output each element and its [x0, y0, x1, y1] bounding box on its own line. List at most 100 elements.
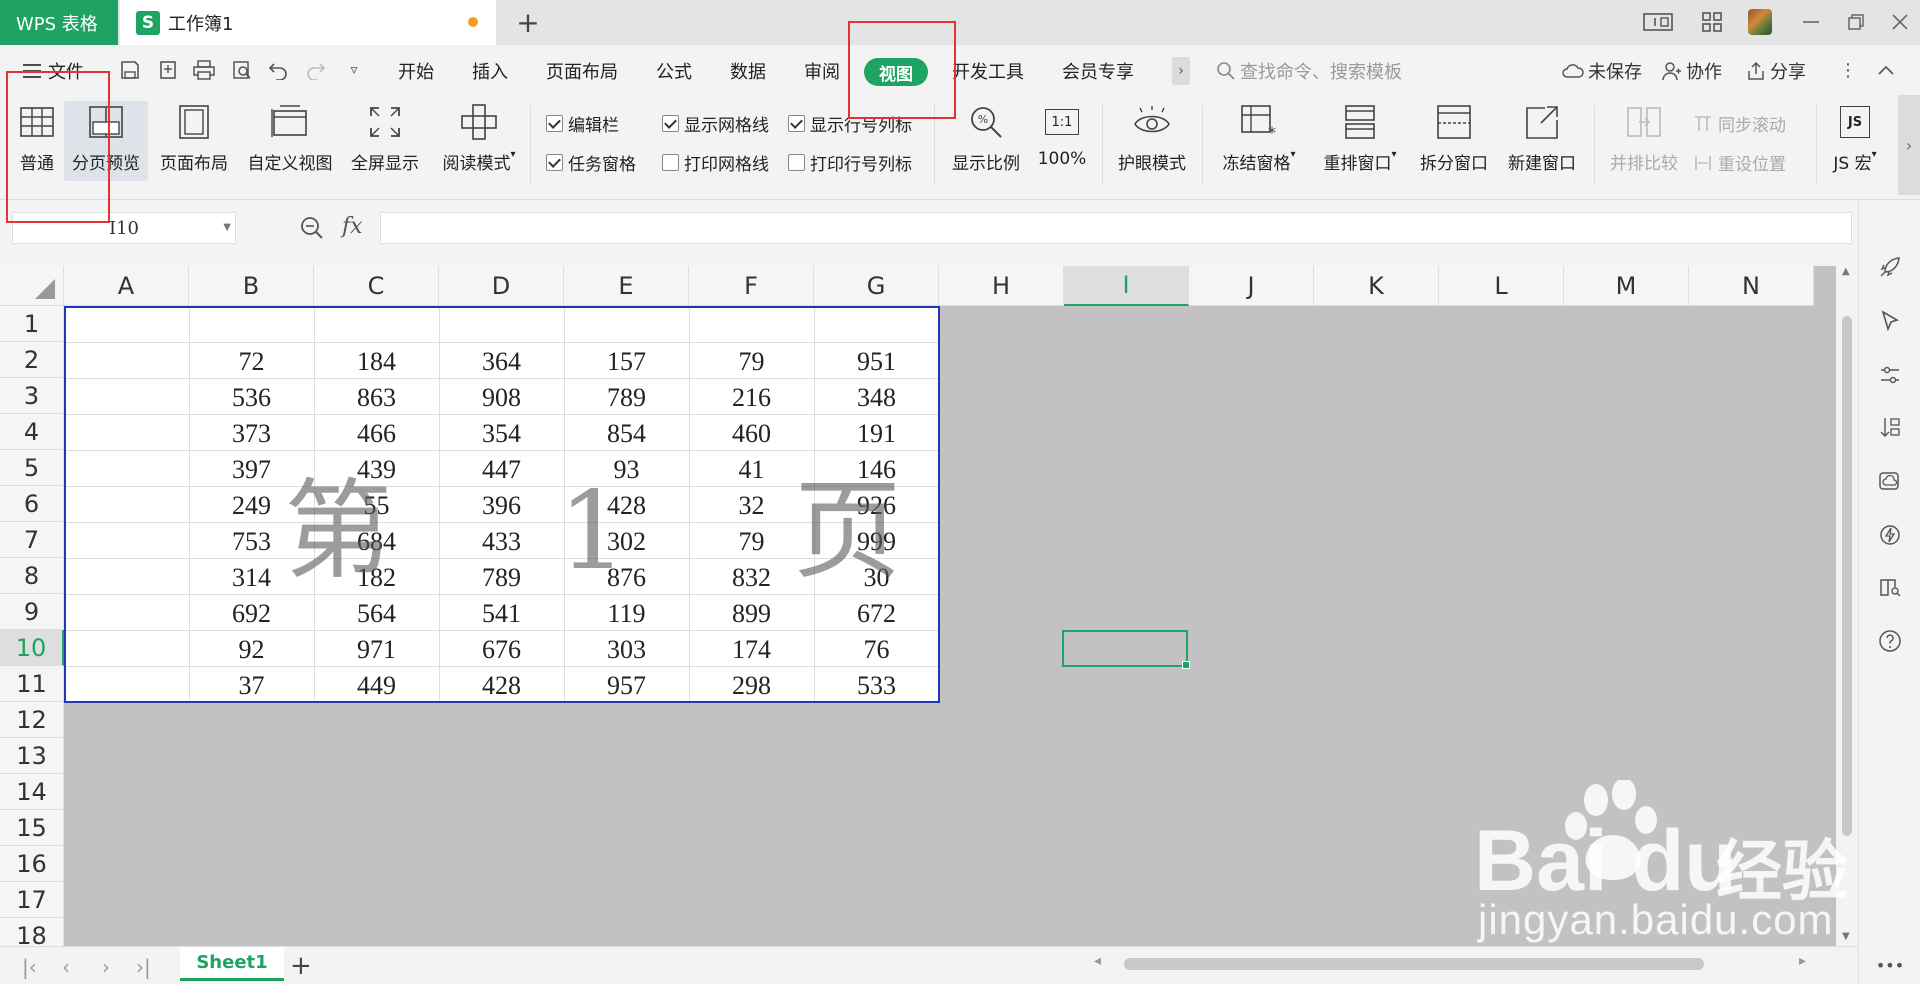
reading-mode-button[interactable]: 阅读模式▾: [434, 101, 524, 181]
next-sheet-icon[interactable]: ›: [102, 955, 110, 979]
page-break-border[interactable]: [64, 306, 940, 703]
fullscreen-button[interactable]: 全屏显示: [346, 101, 424, 181]
minimize-icon[interactable]: [1796, 8, 1828, 36]
column-header-a[interactable]: A: [64, 266, 189, 306]
column-header-h[interactable]: H: [939, 266, 1064, 306]
edit-bar-checkbox[interactable]: 编辑栏: [546, 111, 619, 136]
show-gridlines-checkbox[interactable]: 显示网格线: [662, 111, 769, 136]
add-sheet-button[interactable]: +: [290, 951, 312, 981]
js-macro-button[interactable]: JS JS 宏▾: [1822, 101, 1888, 181]
column-header-e[interactable]: E: [564, 266, 689, 306]
new-tab-button[interactable]: +: [510, 4, 546, 40]
tab-data[interactable]: 数据: [730, 58, 766, 84]
print-preview-icon[interactable]: [228, 57, 256, 83]
sliders-icon[interactable]: [1877, 362, 1903, 388]
reset-position-button[interactable]: 重设位置: [1694, 150, 1786, 175]
prev-sheet-icon[interactable]: ‹: [62, 955, 70, 979]
book-search-icon[interactable]: [1877, 574, 1903, 600]
row-header-6[interactable]: 6: [0, 486, 64, 522]
collaborate-button[interactable]: 协作: [1662, 58, 1722, 84]
row-header-18[interactable]: 18: [0, 918, 64, 946]
row-header-11[interactable]: 11: [0, 666, 64, 702]
cloud-backup-icon[interactable]: [1877, 468, 1903, 494]
save-icon[interactable]: [116, 57, 144, 83]
rocket-icon[interactable]: [1877, 254, 1903, 280]
split-window-button[interactable]: 拆分窗口: [1414, 101, 1494, 181]
active-cell-selection[interactable]: [1062, 630, 1190, 669]
customize-toolbar-icon[interactable]: ▿: [340, 57, 368, 83]
row-header-12[interactable]: 12: [0, 702, 64, 738]
row-header-16[interactable]: 16: [0, 846, 64, 882]
print-gridlines-checkbox[interactable]: 打印网格线: [662, 150, 769, 175]
more-tabs-button[interactable]: ›: [1172, 57, 1190, 85]
row-header-10[interactable]: 10: [0, 630, 64, 666]
formula-input[interactable]: [380, 212, 1852, 244]
restore-icon[interactable]: [1840, 8, 1872, 36]
horizontal-scroll-thumb[interactable]: [1124, 958, 1704, 970]
chevron-down-icon[interactable]: ▼: [223, 222, 231, 233]
tab-home[interactable]: 开始: [398, 58, 434, 84]
help-icon[interactable]: [1877, 628, 1903, 654]
more-options-icon[interactable]: ⋮: [1834, 57, 1862, 83]
first-sheet-icon[interactable]: |‹: [22, 955, 37, 979]
tab-formulas[interactable]: 公式: [656, 58, 692, 84]
print-headings-checkbox[interactable]: 打印行号列标: [788, 150, 912, 175]
tab-member[interactable]: 会员专享: [1062, 58, 1134, 84]
row-header-17[interactable]: 17: [0, 882, 64, 918]
page-layout-view-button[interactable]: 页面布局: [154, 101, 234, 181]
row-header-8[interactable]: 8: [0, 558, 64, 594]
column-header-d[interactable]: D: [439, 266, 564, 306]
custom-view-button[interactable]: 自定义视图: [242, 101, 338, 181]
task-pane-checkbox[interactable]: 任务窗格: [546, 150, 636, 175]
sync-scroll-button[interactable]: 同步滚动: [1694, 111, 1786, 136]
column-header-m[interactable]: M: [1564, 266, 1689, 306]
rearrange-window-button[interactable]: 重排窗口▾: [1316, 101, 1404, 181]
horizontal-scrollbar[interactable]: ◂ ▸: [1094, 953, 1806, 973]
tab-page-layout[interactable]: 页面布局: [546, 58, 618, 84]
row-header-15[interactable]: 15: [0, 810, 64, 846]
column-header-g[interactable]: G: [814, 266, 939, 306]
zoom-ratio-button[interactable]: % 显示比例: [946, 101, 1026, 181]
cursor-icon[interactable]: [1877, 308, 1903, 334]
zoom-search-icon[interactable]: [300, 216, 324, 246]
select-all-corner[interactable]: [0, 266, 64, 306]
scroll-right-icon[interactable]: ▸: [1799, 953, 1806, 969]
insert-function-icon[interactable]: fx: [342, 214, 363, 239]
row-header-4[interactable]: 4: [0, 414, 64, 450]
compare-side-by-side-button[interactable]: 并排比较: [1604, 101, 1684, 181]
tab-review[interactable]: 审阅: [804, 58, 840, 84]
column-header-i[interactable]: I: [1064, 266, 1189, 306]
document-tab[interactable]: S 工作簿1: [120, 0, 496, 45]
wps-home-tab[interactable]: WPS 表格: [0, 0, 118, 45]
avatar[interactable]: [1744, 8, 1776, 36]
print-icon[interactable]: [190, 57, 218, 83]
share-button[interactable]: 分享: [1746, 58, 1806, 84]
unsaved-button[interactable]: 未保存: [1562, 58, 1642, 84]
tab-insert[interactable]: 插入: [472, 58, 508, 84]
command-search[interactable]: 查找命令、搜索模板: [1216, 57, 1466, 85]
new-window-button[interactable]: 新建窗口: [1500, 101, 1584, 181]
scroll-left-icon[interactable]: ◂: [1094, 953, 1101, 969]
tab-developer[interactable]: 开发工具: [952, 58, 1024, 84]
column-header-c[interactable]: C: [314, 266, 439, 306]
row-header-13[interactable]: 13: [0, 738, 64, 774]
column-header-b[interactable]: B: [189, 266, 314, 306]
row-header-2[interactable]: 2: [0, 342, 64, 378]
vertical-scroll-thumb[interactable]: [1842, 316, 1852, 836]
row-header-9[interactable]: 9: [0, 594, 64, 630]
zoom-100-button[interactable]: 1:1 100%: [1034, 101, 1090, 181]
row-header-14[interactable]: 14: [0, 774, 64, 810]
lightning-icon[interactable]: [1877, 522, 1903, 548]
scroll-up-icon[interactable]: ▲: [1842, 266, 1850, 277]
more-panel-icon[interactable]: •••: [1876, 952, 1904, 978]
row-header-3[interactable]: 3: [0, 378, 64, 414]
freeze-panes-button[interactable]: * 冻结窗格▾: [1214, 101, 1304, 181]
row-header-1[interactable]: 1: [0, 306, 64, 342]
column-header-f[interactable]: F: [689, 266, 814, 306]
eye-care-button[interactable]: 护眼模式: [1112, 101, 1192, 181]
grid-apps-icon[interactable]: [1696, 8, 1728, 36]
scroll-down-icon[interactable]: ▼: [1842, 931, 1850, 942]
export-pdf-icon[interactable]: [154, 57, 182, 83]
ribbon-scroll-right-icon[interactable]: ›: [1898, 95, 1920, 195]
page-count-icon[interactable]: [1642, 8, 1674, 36]
